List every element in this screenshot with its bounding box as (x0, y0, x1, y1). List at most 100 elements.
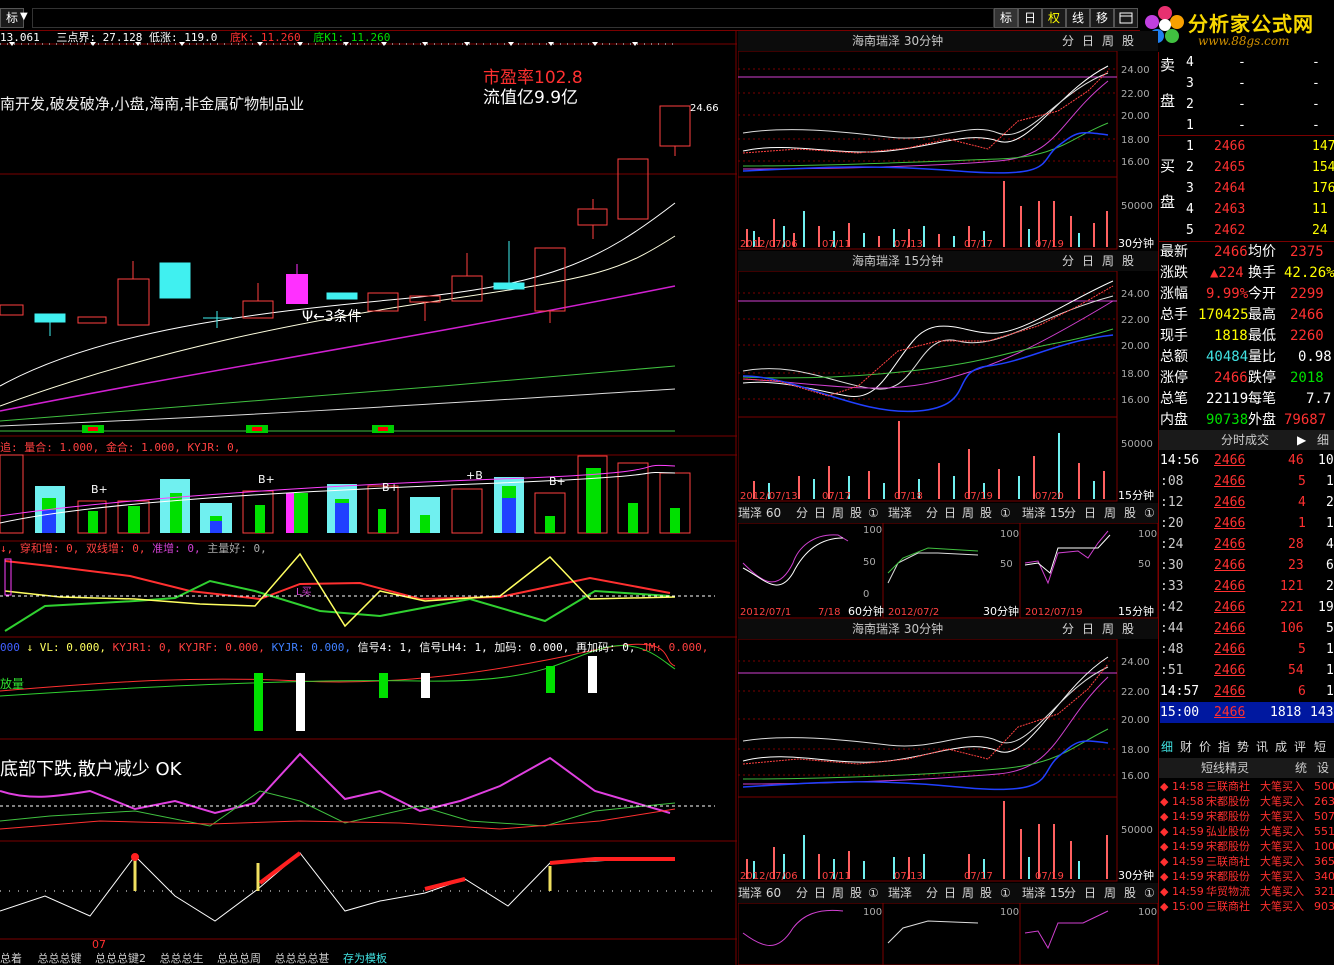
small-btn[interactable]: 日 (814, 883, 826, 903)
tab-index[interactable]: 指 (1218, 738, 1230, 756)
small-btn[interactable]: 股 (1124, 503, 1136, 523)
buy-row-4[interactable]: 4 2463 11 (1160, 199, 1334, 220)
signal-row[interactable]: ◆ 14:59 三联商社 大笔买入 365 (1160, 854, 1334, 869)
small-btn[interactable]: ① (1144, 503, 1155, 523)
small-btn[interactable]: 周 (962, 883, 974, 903)
small-btn[interactable]: 周 (962, 503, 974, 523)
logo-url[interactable]: www.88gs.com (1198, 34, 1289, 48)
tab-deal[interactable]: 成 (1275, 738, 1287, 756)
trade-detail-button[interactable]: 细 (1317, 430, 1329, 450)
small-btn[interactable]: 股 (980, 503, 992, 523)
window-icon[interactable] (1114, 8, 1138, 28)
small-btn[interactable]: ① (1144, 883, 1155, 903)
small-btn[interactable]: 周 (832, 883, 844, 903)
signal-row[interactable]: ◆ 14:59 宋都股份 大笔买入 507 (1160, 809, 1334, 824)
bottom-tab[interactable]: 总总总生 (160, 952, 204, 965)
main-chart-area[interactable]: 13.061 三点界: 27.128 低涨: 119.0 底K: 11.260 … (0, 31, 737, 965)
signal-stats-button[interactable]: 统 (1295, 758, 1307, 778)
small-btn[interactable]: ① (868, 883, 879, 903)
period-btn-stock[interactable]: 股 (1118, 31, 1138, 51)
period-btn-stock[interactable]: 股 (1118, 619, 1138, 639)
small-btn[interactable]: 分 (796, 503, 808, 523)
small-btn[interactable]: 分 (926, 883, 938, 903)
period-btn-min[interactable]: 分 (1058, 31, 1078, 51)
period-btn-day[interactable]: 日 (1078, 251, 1098, 271)
small-btn[interactable]: 股 (1124, 883, 1136, 903)
buy-row-2[interactable]: 2 2465 154 (1160, 157, 1334, 178)
small-btn[interactable]: 分 (796, 883, 808, 903)
small-btn[interactable]: 日 (1084, 883, 1096, 903)
period-btn-stock[interactable]: 股 (1118, 251, 1138, 271)
small-btn[interactable]: ① (1000, 503, 1011, 523)
small-btn[interactable]: 分 (1064, 503, 1076, 523)
chevron-down-icon[interactable]: ▼ (20, 8, 30, 26)
trade-header: 分时成交 ▶ 细 (1159, 430, 1334, 450)
mini-chart-15-svg[interactable]: 24.00 22.00 20.00 18.00 16.00 50000 2012… (738, 271, 1158, 503)
small-btn[interactable]: ① (1000, 883, 1011, 903)
bottom-tab[interactable]: 总总总键 (38, 952, 82, 965)
tab-short[interactable]: 短 (1314, 738, 1326, 756)
tab-trend[interactable]: 势 (1237, 738, 1249, 756)
small-btn[interactable]: 周 (832, 503, 844, 523)
buy-row-3[interactable]: 3 2464 176 (1160, 178, 1334, 199)
mini-chart-30b-svg[interactable]: 24.00 22.00 20.00 18.00 16.00 50000 2012… (738, 639, 1158, 883)
period-btn-week[interactable]: 周 (1098, 31, 1118, 51)
sell-row-3[interactable]: 3-- (1160, 73, 1334, 94)
tb-button-line[interactable]: 线 (1066, 8, 1090, 28)
small-btn[interactable]: 周 (1104, 883, 1116, 903)
signal-row[interactable]: ◆ 14:59 宋都股份 大笔买入 340 (1160, 869, 1334, 884)
tab-finance[interactable]: 财 (1180, 738, 1192, 756)
period-btn-week[interactable]: 周 (1098, 251, 1118, 271)
y-tick: 22.00 (1121, 315, 1150, 326)
small-btn[interactable]: 日 (944, 883, 956, 903)
small-btn[interactable]: 股 (850, 503, 862, 523)
tb-button-right[interactable]: 权 (1042, 8, 1066, 28)
buy-row-5[interactable]: 5 2462 24 (1160, 220, 1334, 241)
small-tick: 100 (863, 907, 882, 918)
small-charts-row1-svg[interactable]: 100 50 0 100 50 100 50 2012/07/1 7/18 20… (738, 523, 1158, 619)
signal-row[interactable]: ◆ 14:59 宋都股份 大笔买入 100 (1160, 839, 1334, 854)
tb-button-move[interactable]: 移 (1090, 8, 1114, 28)
period-btn-day[interactable]: 日 (1078, 619, 1098, 639)
bottom-tab[interactable]: 总总总周 (217, 952, 261, 965)
tb-button-mark[interactable]: 标 (994, 8, 1018, 28)
indicator-select-bar[interactable] (32, 8, 994, 28)
small-btn[interactable]: 股 (980, 883, 992, 903)
buy-row-1[interactable]: 1 2466 147 (1160, 136, 1334, 157)
tab-comment[interactable]: 评 (1294, 738, 1306, 756)
small-btn[interactable]: 周 (1104, 503, 1116, 523)
sell-row-4[interactable]: 4-- (1160, 52, 1334, 73)
small-btn[interactable]: 分 (1064, 883, 1076, 903)
save-template-tab[interactable]: 存为模板 (343, 952, 387, 965)
small-btn[interactable]: 日 (944, 503, 956, 523)
bottom-tab[interactable]: 总着 (0, 952, 22, 965)
signal-settings-button[interactable]: 设 (1317, 758, 1329, 778)
mini-chart-30-svg[interactable]: 24.00 22.00 20.00 18.00 16.00 50000 2012… (738, 51, 1158, 251)
tab-detail[interactable]: 细 (1161, 738, 1173, 756)
tab-price[interactable]: 价 (1199, 738, 1211, 756)
small-btn[interactable]: 分 (926, 503, 938, 523)
signal-row[interactable]: ◆ 14:58 宋都股份 大笔买入 263 (1160, 794, 1334, 809)
play-icon[interactable]: ▶ (1297, 430, 1306, 450)
small-btn[interactable]: 日 (814, 503, 826, 523)
sell-row-1[interactable]: 1-- (1160, 115, 1334, 136)
signal-row[interactable]: ◆ 15:00 三联商社 大笔买入 903 (1160, 899, 1334, 914)
trade-row-selected[interactable]: 15:00 2466 1818 143 (1160, 702, 1334, 723)
small-btn[interactable]: ① (868, 503, 879, 523)
period-btn-week[interactable]: 周 (1098, 619, 1118, 639)
bottom-tab[interactable]: 总总总键2 (95, 952, 146, 965)
small-btn[interactable]: 股 (850, 883, 862, 903)
tab-news[interactable]: 讯 (1256, 738, 1268, 756)
period-btn-day[interactable]: 日 (1078, 31, 1098, 51)
small-charts-row2-svg[interactable]: 100 100 100 (738, 903, 1158, 965)
tb-button-day[interactable]: 日 (1018, 8, 1042, 28)
sell-row-2[interactable]: 2-- (1160, 94, 1334, 115)
period-btn-min[interactable]: 分 (1058, 619, 1078, 639)
quote-row: 内盘 90738 外盘 79687 (1160, 412, 1327, 428)
signal-row[interactable]: ◆ 14:58 三联商社 大笔买入 500 (1160, 779, 1334, 794)
period-btn-min[interactable]: 分 (1058, 251, 1078, 271)
small-btn[interactable]: 日 (1084, 503, 1096, 523)
signal-row[interactable]: ◆ 14:59 华贸物流 大笔买入 321 (1160, 884, 1334, 899)
bottom-tab[interactable]: 总总总总甚 (275, 952, 330, 965)
signal-row[interactable]: ◆ 14:59 弘业股份 大笔买入 551 (1160, 824, 1334, 839)
